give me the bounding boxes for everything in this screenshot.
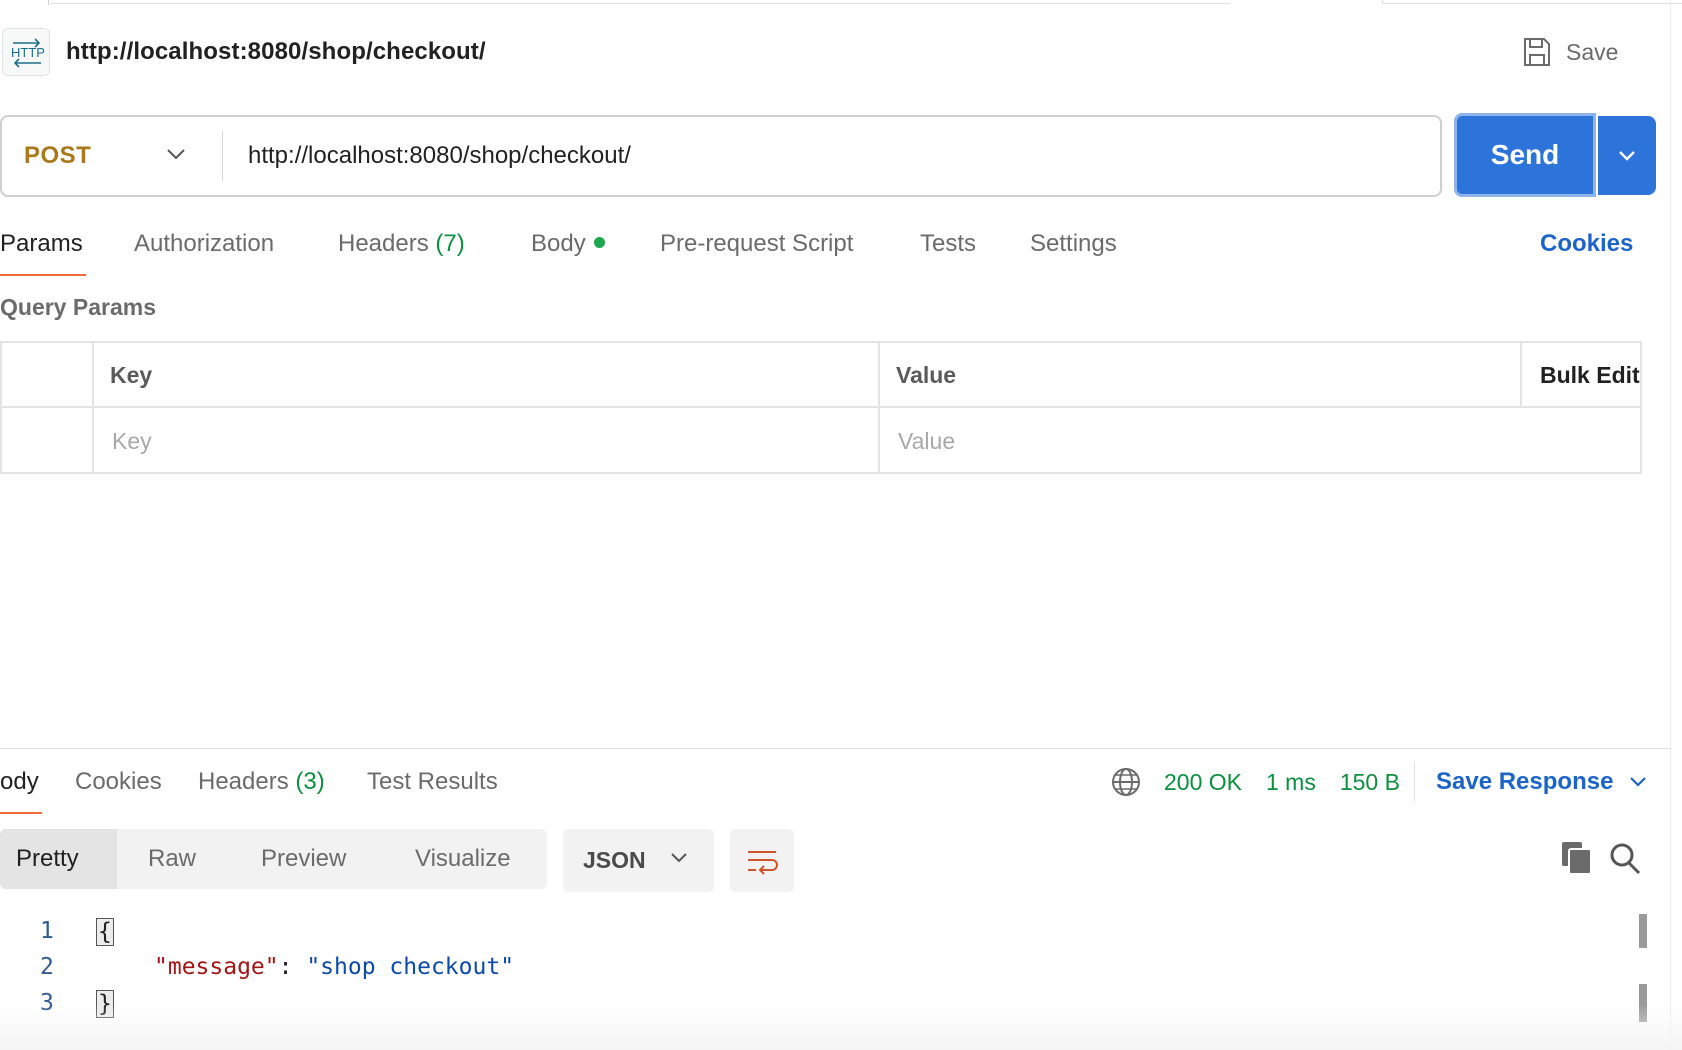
json-value: "shop checkout" — [306, 954, 515, 980]
save-response-button[interactable]: Save Response — [1436, 764, 1647, 800]
query-params-table: Key Value Bulk Edit Key Value — [0, 341, 1642, 474]
chevron-down-icon — [167, 149, 185, 160]
save-icon — [1524, 38, 1550, 66]
response-size[interactable]: 150 B — [1340, 769, 1400, 796]
line-number: 3 — [40, 990, 54, 1016]
tab-headers[interactable]: Headers (7) — [338, 226, 465, 276]
column-header-key: Key — [110, 362, 153, 388]
tab-params-label: Params — [0, 230, 83, 257]
column-divider — [1520, 343, 1522, 408]
response-format-group: Pretty Raw Preview Visualize — [0, 829, 547, 889]
line-number: 2 — [40, 954, 54, 980]
wrap-lines-icon — [748, 850, 778, 875]
body-indicator-dot — [593, 237, 605, 249]
method-select[interactable]: POST — [2, 117, 222, 195]
response-meta: 200 OK 1 ms 150 B — [1164, 764, 1424, 800]
format-visualize[interactable]: Visualize — [415, 829, 511, 889]
json-key: "message" — [154, 954, 279, 980]
tab-headers-label: Headers — [338, 230, 429, 257]
copy-icon[interactable] — [1560, 840, 1594, 876]
scrollbar-thumb[interactable] — [1639, 914, 1647, 948]
pane-divider[interactable] — [1670, 0, 1671, 1050]
url-input[interactable] — [248, 117, 1428, 195]
tab-tests[interactable]: Tests — [920, 226, 976, 276]
svg-text:HTTP: HTTP — [11, 45, 45, 60]
tab-settings[interactable]: Settings — [1030, 226, 1117, 276]
json-colon: : — [278, 954, 307, 980]
tab-params[interactable]: Params — [0, 226, 86, 276]
table-header-row: Key Value Bulk Edit — [2, 343, 1640, 408]
format-preview[interactable]: Preview — [261, 829, 346, 889]
top-tab-strip — [0, 0, 1682, 5]
tab-body-label: Body — [531, 230, 586, 257]
tab-response-cookies[interactable]: Cookies — [75, 764, 162, 814]
request-tabs: Params Authorization Headers (7) Body Pr… — [0, 226, 1682, 276]
bulk-edit-button[interactable]: Bulk Edit — [1540, 343, 1640, 408]
active-tab-indicator — [0, 274, 86, 276]
method-label: POST — [24, 142, 92, 169]
response-time[interactable]: 1 ms — [1266, 769, 1316, 796]
code-brace-open: { — [96, 918, 114, 946]
divider — [1414, 762, 1415, 802]
row-checkbox-cell[interactable] — [2, 409, 92, 474]
code-brace-close: } — [96, 990, 114, 1018]
send-button[interactable]: Send — [1454, 113, 1596, 197]
divider — [222, 131, 223, 181]
response-tabs: ody Cookies Headers (3) Test Results — [0, 764, 1682, 814]
chevron-down-icon — [1630, 777, 1647, 787]
response-body-code[interactable]: 1 { 2 "message": "shop checkout" 3 } — [0, 912, 1640, 1050]
code-line: 3 } — [0, 990, 1600, 1026]
url-bar: POST — [0, 115, 1442, 197]
save-label: Save — [1566, 38, 1619, 65]
tab-response-body-label: ody — [0, 768, 39, 795]
http-icon: HTTP — [2, 28, 50, 76]
tab-response-body[interactable]: ody — [0, 764, 42, 814]
globe-icon[interactable] — [1110, 766, 1142, 798]
active-tab-indicator — [0, 812, 42, 814]
save-button[interactable]: Save — [1522, 34, 1618, 70]
response-divider[interactable] — [0, 748, 1670, 749]
tab-response-headers[interactable]: Headers (3) — [198, 764, 325, 814]
tab-body[interactable]: Body — [531, 226, 605, 276]
line-number: 1 — [40, 918, 54, 944]
format-pretty[interactable]: Pretty — [0, 829, 117, 889]
request-title[interactable]: http://localhost:8080/shop/checkout/ — [66, 38, 486, 66]
scrollbar-thumb[interactable] — [1639, 984, 1647, 1022]
param-key-input[interactable]: Key — [112, 409, 872, 474]
cookies-link[interactable]: Cookies — [1540, 226, 1633, 262]
tab-headers-count: (7) — [435, 230, 465, 257]
search-icon[interactable] — [1608, 840, 1642, 876]
chevron-down-icon — [671, 853, 687, 863]
tab-response-headers-count: (3) — [295, 768, 325, 795]
language-select[interactable]: JSON — [563, 829, 714, 892]
table-row: Key Value — [2, 409, 1640, 474]
tab-test-results[interactable]: Test Results — [367, 764, 498, 814]
wrap-lines-button[interactable] — [730, 829, 794, 892]
save-response-label: Save Response — [1436, 768, 1614, 795]
status-code[interactable]: 200 OK — [1164, 769, 1242, 796]
chevron-down-icon — [1619, 150, 1635, 161]
code-line: 1 { — [0, 918, 1600, 954]
tab-response-headers-label: Headers — [198, 768, 289, 795]
language-label: JSON — [583, 847, 646, 873]
param-value-input[interactable]: Value — [898, 409, 1628, 474]
column-header-value: Value — [896, 362, 957, 388]
code-line: 2 "message": "shop checkout" — [0, 954, 1600, 990]
tab-prerequest-script[interactable]: Pre-request Script — [660, 226, 853, 276]
tab-authorization[interactable]: Authorization — [134, 226, 274, 276]
query-params-title: Query Params — [0, 294, 156, 320]
send-options-button[interactable] — [1598, 116, 1656, 195]
format-raw[interactable]: Raw — [148, 829, 196, 889]
